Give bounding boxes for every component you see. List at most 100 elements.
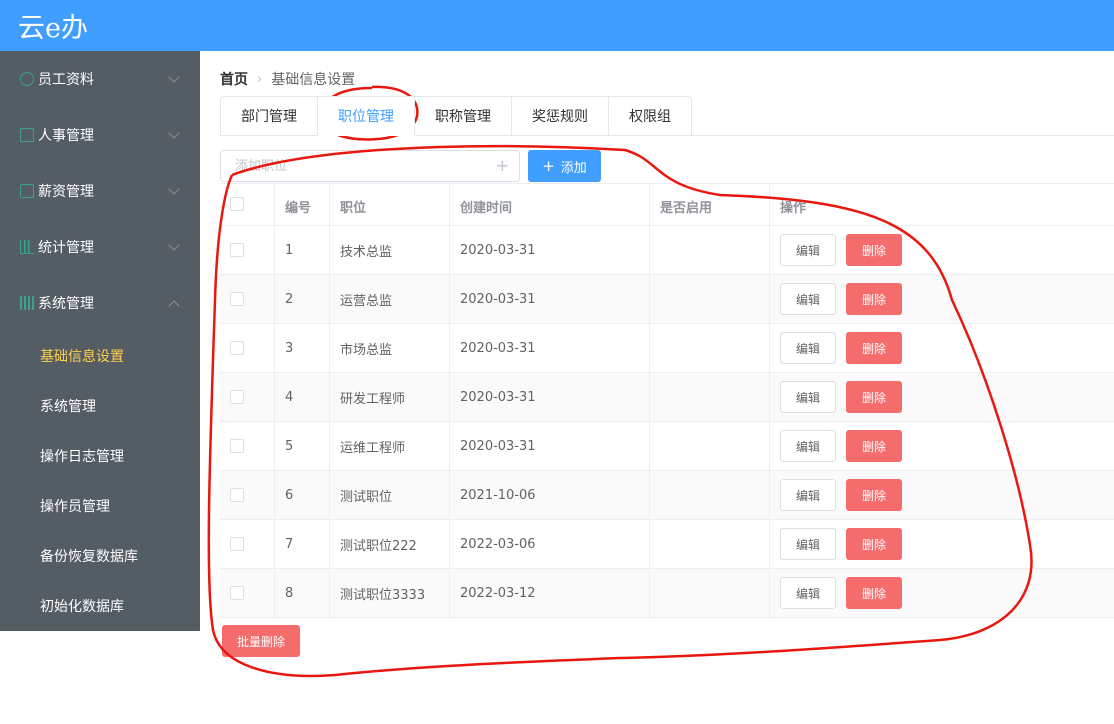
- sidebar-item-operators[interactable]: 操作员管理: [0, 481, 200, 531]
- cell-id: 8: [275, 569, 330, 617]
- table-row: 7 测试职位222 2022-03-06 编辑 删除: [220, 520, 1114, 569]
- cell-created: 2020-03-31: [450, 275, 650, 323]
- edit-button[interactable]: 编辑: [780, 332, 836, 364]
- add-position-input[interactable]: [221, 151, 519, 181]
- delete-button[interactable]: 删除: [846, 528, 902, 560]
- delete-button[interactable]: 删除: [846, 430, 902, 462]
- sidebar-menu-label: 统计管理: [38, 240, 94, 256]
- cell-ops: 编辑 删除: [770, 471, 1114, 519]
- sidebar-menu-stats[interactable]: 统计管理: [0, 219, 200, 275]
- add-button[interactable]: + 添加: [528, 150, 601, 182]
- position-table: 编号 职位 创建时间 是否启用 操作 1 技术总监 2020-03-31 编辑 …: [220, 183, 1114, 618]
- delete-button[interactable]: 删除: [846, 234, 902, 266]
- sidebar-menu-label: 员工资料: [38, 72, 94, 88]
- row-checkbox[interactable]: [230, 439, 244, 453]
- header-created: 创建时间: [450, 184, 650, 225]
- select-cell: [220, 569, 275, 617]
- table-header-row: 编号 职位 创建时间 是否启用 操作: [220, 184, 1114, 226]
- cell-created: 2020-03-31: [450, 226, 650, 274]
- edit-button[interactable]: 编辑: [780, 479, 836, 511]
- edit-button[interactable]: 编辑: [780, 577, 836, 609]
- sidebar-menu-label: 系统管理: [38, 296, 94, 312]
- cell-ops: 编辑 删除: [770, 422, 1114, 470]
- tab-department[interactable]: 部门管理: [220, 96, 318, 136]
- cell-name: 运营总监: [330, 275, 450, 323]
- chevron-down-icon: [168, 183, 180, 195]
- chevron-down-icon: [168, 127, 180, 139]
- chevron-down-icon: [168, 239, 180, 251]
- cell-name: 技术总监: [330, 226, 450, 274]
- sidebar-menu-label: 人事管理: [38, 128, 94, 144]
- cell-name: 测试职位: [330, 471, 450, 519]
- cell-name: 研发工程师: [330, 373, 450, 421]
- cell-created: 2021-10-06: [450, 471, 650, 519]
- sidebar-item-system[interactable]: 系统管理: [0, 381, 200, 431]
- row-checkbox[interactable]: [230, 586, 244, 600]
- header-ops: 操作: [780, 201, 807, 216]
- edit-button[interactable]: 编辑: [780, 528, 836, 560]
- tab-rewards[interactable]: 奖惩规则: [512, 96, 609, 136]
- row-checkbox[interactable]: [230, 390, 244, 404]
- chevron-up-icon: [168, 300, 180, 312]
- edit-button[interactable]: 编辑: [780, 283, 836, 315]
- cell-created: 2022-03-06: [450, 520, 650, 568]
- table-row: 4 研发工程师 2020-03-31 编辑 删除: [220, 373, 1114, 422]
- row-checkbox[interactable]: [230, 488, 244, 502]
- header-select-cell: [220, 184, 275, 225]
- delete-button[interactable]: 删除: [846, 332, 902, 364]
- select-cell: [220, 373, 275, 421]
- cell-id: 2: [275, 275, 330, 323]
- delete-button[interactable]: 删除: [846, 381, 902, 413]
- cell-id: 1: [275, 226, 330, 274]
- sidebar-item-basic-info[interactable]: 基础信息设置: [0, 331, 200, 381]
- breadcrumb-home[interactable]: 首页: [220, 69, 248, 89]
- delete-button[interactable]: 删除: [846, 577, 902, 609]
- tab-position[interactable]: 职位管理: [318, 96, 415, 136]
- select-cell: [220, 324, 275, 372]
- cell-ops: 编辑 删除: [770, 569, 1114, 617]
- sidebar-item-op-log[interactable]: 操作日志管理: [0, 431, 200, 481]
- document-icon: [20, 128, 34, 142]
- select-cell: [220, 471, 275, 519]
- app-header: 云e办: [0, 0, 1114, 51]
- delete-button[interactable]: 删除: [846, 283, 902, 315]
- table-row: 3 市场总监 2020-03-31 编辑 删除: [220, 324, 1114, 373]
- row-checkbox[interactable]: [230, 537, 244, 551]
- row-checkbox[interactable]: [230, 243, 244, 257]
- select-cell: [220, 226, 275, 274]
- cell-enabled: [650, 324, 770, 372]
- cell-created: 2020-03-31: [450, 422, 650, 470]
- edit-button[interactable]: 编辑: [780, 381, 836, 413]
- sidebar-menu-salary[interactable]: 薪资管理: [0, 163, 200, 219]
- plus-icon: +: [542, 157, 555, 175]
- select-all-checkbox[interactable]: [230, 197, 244, 211]
- tab-permission-group[interactable]: 权限组: [609, 96, 692, 136]
- table-row: 5 运维工程师 2020-03-31 编辑 删除: [220, 422, 1114, 471]
- header-name: 职位: [330, 184, 450, 225]
- sidebar-item-init-db[interactable]: 初始化数据库: [0, 581, 200, 631]
- row-checkbox[interactable]: [230, 292, 244, 306]
- sidebar-menu-system[interactable]: 系统管理: [0, 275, 200, 331]
- row-checkbox[interactable]: [230, 341, 244, 355]
- cell-enabled: [650, 569, 770, 617]
- cell-id: 7: [275, 520, 330, 568]
- cell-name: 运维工程师: [330, 422, 450, 470]
- cell-ops: 编辑 删除: [770, 520, 1114, 568]
- edit-button[interactable]: 编辑: [780, 234, 836, 266]
- sidebar-menu-hr[interactable]: 人事管理: [0, 107, 200, 163]
- delete-button[interactable]: 删除: [846, 479, 902, 511]
- tab-bar: 部门管理 职位管理 职称管理 奖惩规则 权限组: [220, 96, 692, 136]
- sidebar-item-backup[interactable]: 备份恢复数据库: [0, 531, 200, 581]
- money-icon: [20, 184, 34, 198]
- sidebar-menu-staff[interactable]: 员工资料: [0, 51, 200, 107]
- cell-enabled: [650, 226, 770, 274]
- chevron-right-icon: ›: [257, 71, 263, 87]
- table-row: 8 测试职位3333 2022-03-12 编辑 删除: [220, 569, 1114, 618]
- table-row: 2 运营总监 2020-03-31 编辑 删除: [220, 275, 1114, 324]
- chevron-down-icon: [168, 71, 180, 83]
- batch-delete-button[interactable]: 批量删除: [222, 625, 300, 657]
- edit-button[interactable]: 编辑: [780, 430, 836, 462]
- cell-created: 2020-03-31: [450, 324, 650, 372]
- cell-created: 2020-03-31: [450, 373, 650, 421]
- tab-title[interactable]: 职称管理: [415, 96, 512, 136]
